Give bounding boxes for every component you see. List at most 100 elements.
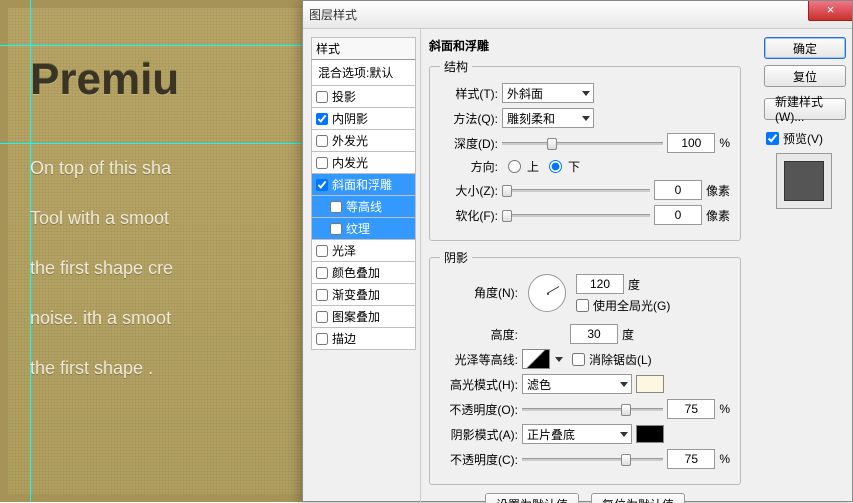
style-item-投影[interactable]: 投影 xyxy=(311,86,416,108)
shadow-color-swatch[interactable] xyxy=(636,425,664,443)
highlight-mode-select[interactable]: 滤色 xyxy=(522,374,632,394)
direction-down-radio[interactable] xyxy=(549,160,562,173)
direction-label: 方向: xyxy=(440,158,498,175)
canvas-text: On top of this sha xyxy=(30,158,171,179)
shadow-opacity-slider[interactable] xyxy=(522,451,663,467)
shadow-mode-select[interactable]: 正片叠底 xyxy=(522,424,632,444)
style-item-label: 光泽 xyxy=(332,242,356,259)
shadow-group: 阴影 角度(N): 度 使用全局光(G) 高度: 度 光泽等高线: 消除锯齿(L… xyxy=(429,249,741,485)
titlebar[interactable]: 图层样式 × xyxy=(303,1,852,29)
highlight-opacity-slider[interactable] xyxy=(522,401,663,417)
cancel-button[interactable]: 复位 xyxy=(764,65,846,87)
style-checkbox[interactable] xyxy=(316,157,328,169)
highlight-color-swatch[interactable] xyxy=(636,375,664,393)
angle-dial[interactable] xyxy=(528,274,566,312)
style-item-等高线[interactable]: 等高线 xyxy=(311,196,416,218)
size-slider[interactable] xyxy=(502,182,650,198)
soften-slider[interactable] xyxy=(502,207,650,223)
style-item-label: 颜色叠加 xyxy=(332,264,380,281)
new-style-button[interactable]: 新建样式(W)... xyxy=(764,98,846,120)
style-checkbox[interactable] xyxy=(316,113,328,125)
method-select[interactable]: 雕刻柔和 xyxy=(502,108,594,128)
style-item-纹理[interactable]: 纹理 xyxy=(311,218,416,240)
style-item-label: 内发光 xyxy=(332,154,368,171)
shadow-opacity-label: 不透明度(C): xyxy=(440,451,518,468)
unit-label: 像素 xyxy=(706,207,730,224)
style-item-斜面和浮雕[interactable]: 斜面和浮雕 xyxy=(311,174,416,196)
close-button[interactable]: × xyxy=(808,1,852,21)
styles-list: 样式 混合选项:默认 投影内阴影外发光内发光斜面和浮雕等高线纹理光泽颜色叠加渐变… xyxy=(303,29,421,503)
gloss-contour-label: 光泽等高线: xyxy=(440,351,518,368)
style-item-label: 纹理 xyxy=(346,220,370,237)
style-item-label: 描边 xyxy=(332,330,356,347)
style-checkbox[interactable] xyxy=(316,333,328,345)
highlight-mode-label: 高光模式(H): xyxy=(440,376,518,393)
style-item-label: 外发光 xyxy=(332,132,368,149)
style-label: 样式(T): xyxy=(440,85,498,102)
shadow-legend: 阴影 xyxy=(440,249,472,266)
preview-checkbox[interactable] xyxy=(766,132,779,145)
angle-input[interactable] xyxy=(576,274,624,294)
style-item-label: 内阴影 xyxy=(332,110,368,127)
style-item-内发光[interactable]: 内发光 xyxy=(311,152,416,174)
style-checkbox[interactable] xyxy=(316,135,328,147)
styles-header[interactable]: 样式 xyxy=(311,37,416,60)
canvas-text: Tool with a smoot xyxy=(30,208,169,229)
structure-group: 结构 样式(T): 外斜面 方法(Q): 雕刻柔和 深度(D): % 方向: 上… xyxy=(429,58,741,241)
style-checkbox[interactable] xyxy=(316,311,328,323)
shadow-mode-label: 阴影模式(A): xyxy=(440,426,518,443)
preview-swatch xyxy=(784,161,824,201)
depth-input[interactable] xyxy=(667,133,715,153)
style-item-label: 图案叠加 xyxy=(332,308,380,325)
highlight-opacity-input[interactable] xyxy=(667,399,715,419)
canvas-background: Premiu On top of this sha Tool with a sm… xyxy=(0,0,310,502)
style-item-外发光[interactable]: 外发光 xyxy=(311,130,416,152)
canvas-text: the first shape . xyxy=(30,358,153,379)
panel-title: 斜面和浮雕 xyxy=(429,37,741,54)
layer-style-dialog: 图层样式 × 样式 混合选项:默认 投影内阴影外发光内发光斜面和浮雕等高线纹理光… xyxy=(302,0,853,502)
depth-label: 深度(D): xyxy=(440,135,498,152)
soften-label: 软化(F): xyxy=(440,207,498,224)
altitude-input[interactable] xyxy=(570,324,618,344)
canvas-text: noise. ith a smoot xyxy=(30,308,171,329)
size-label: 大小(Z): xyxy=(440,182,498,199)
style-checkbox[interactable] xyxy=(316,179,328,191)
style-select[interactable]: 外斜面 xyxy=(502,83,594,103)
guide-horizontal xyxy=(0,143,310,144)
structure-legend: 结构 xyxy=(440,58,472,75)
soften-input[interactable] xyxy=(654,205,702,225)
style-item-label: 斜面和浮雕 xyxy=(332,176,392,193)
style-item-光泽[interactable]: 光泽 xyxy=(311,240,416,262)
unit-label: 像素 xyxy=(706,182,730,199)
style-item-渐变叠加[interactable]: 渐变叠加 xyxy=(311,284,416,306)
dialog-title: 图层样式 xyxy=(309,6,357,23)
style-item-图案叠加[interactable]: 图案叠加 xyxy=(311,306,416,328)
antialias-checkbox[interactable] xyxy=(572,353,585,366)
style-item-label: 投影 xyxy=(332,88,356,105)
unit-label: % xyxy=(719,136,730,150)
guide-horizontal xyxy=(0,45,310,46)
style-checkbox[interactable] xyxy=(316,245,328,257)
style-item-描边[interactable]: 描边 xyxy=(311,328,416,350)
style-checkbox[interactable] xyxy=(316,267,328,279)
direction-up-radio[interactable] xyxy=(508,160,521,173)
style-item-内阴影[interactable]: 内阴影 xyxy=(311,108,416,130)
actions-column: 确定 复位 新建样式(W)... 预览(V) xyxy=(758,29,852,217)
depth-slider[interactable] xyxy=(502,135,663,151)
canvas-heading: Premiu xyxy=(30,55,179,105)
style-checkbox[interactable] xyxy=(330,223,342,235)
altitude-label: 高度: xyxy=(440,326,518,343)
settings-panel: 斜面和浮雕 结构 样式(T): 外斜面 方法(Q): 雕刻柔和 深度(D): %… xyxy=(421,29,749,503)
gloss-contour-picker[interactable] xyxy=(522,349,550,369)
preview-box xyxy=(776,153,832,209)
shadow-opacity-input[interactable] xyxy=(667,449,715,469)
blend-options-header[interactable]: 混合选项:默认 xyxy=(311,60,416,86)
style-item-label: 等高线 xyxy=(346,198,382,215)
ok-button[interactable]: 确定 xyxy=(764,37,846,59)
global-light-checkbox[interactable] xyxy=(576,299,589,312)
style-item-颜色叠加[interactable]: 颜色叠加 xyxy=(311,262,416,284)
style-checkbox[interactable] xyxy=(316,91,328,103)
size-input[interactable] xyxy=(654,180,702,200)
style-checkbox[interactable] xyxy=(330,201,342,213)
style-checkbox[interactable] xyxy=(316,289,328,301)
